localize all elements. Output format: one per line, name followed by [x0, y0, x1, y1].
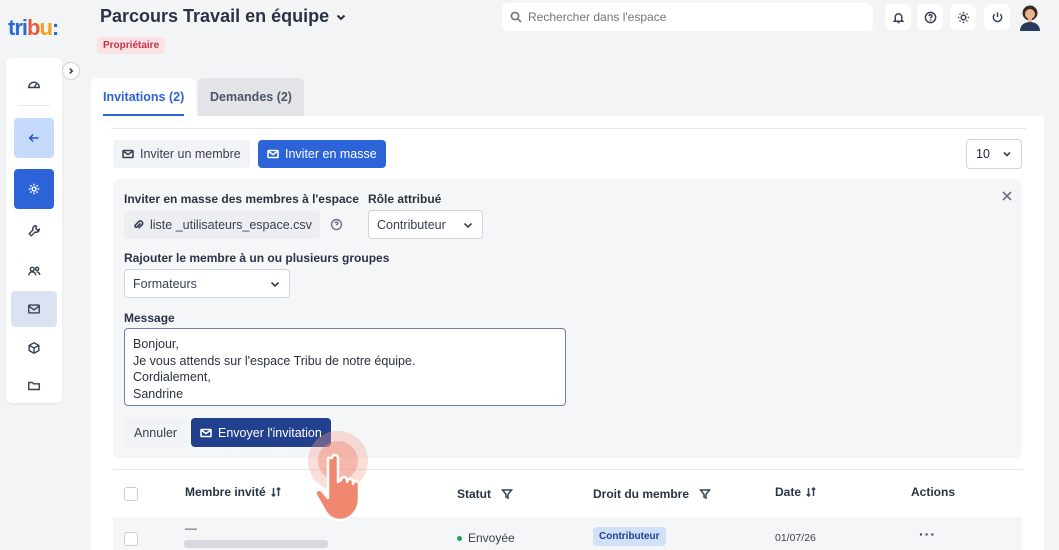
- status-cell: Envoyée: [457, 531, 515, 545]
- column-member[interactable]: Membre invité: [185, 485, 282, 499]
- owner-badge: Propriétaire: [97, 37, 166, 54]
- chevron-down-icon: [270, 281, 280, 287]
- hand-pointer-icon: [305, 428, 393, 528]
- chevron-down-icon: [336, 14, 346, 20]
- close-icon[interactable]: [1001, 189, 1013, 201]
- chevron-down-icon: [463, 222, 473, 228]
- page-title-text: Parcours Travail en équipe: [100, 6, 330, 26]
- status-text: Envoyée: [468, 531, 515, 545]
- member-name: —: [185, 521, 197, 535]
- member-email-redacted: [184, 540, 328, 548]
- file-chip[interactable]: liste _utilisateurs_espace.csv: [124, 211, 320, 239]
- table-header: Membre invité Statut Droit du membre Dat…: [113, 469, 1022, 517]
- group-select[interactable]: Formateurs: [124, 269, 290, 298]
- role-badge: Contributeur: [593, 527, 666, 546]
- file-name: liste _utilisateurs_espace.csv: [150, 218, 312, 232]
- message-textarea[interactable]: Bonjour, Je vous attends sur l'espace Tr…: [124, 328, 566, 406]
- column-status-label: Statut: [457, 487, 491, 501]
- help-circle-icon[interactable]: [330, 218, 343, 231]
- date-cell: 01/07/26: [775, 532, 816, 544]
- dashboard-icon[interactable]: [14, 64, 54, 104]
- message-label: Message: [124, 311, 175, 325]
- sort-icon: [270, 486, 281, 498]
- avatar[interactable]: [1017, 3, 1043, 31]
- role-select[interactable]: Contributeur: [368, 210, 483, 239]
- paperclip-icon: [134, 220, 144, 229]
- mail-icon: [200, 428, 212, 437]
- wrench-icon[interactable]: [14, 211, 54, 251]
- invite-member-label: Inviter un membre: [140, 147, 241, 161]
- search-icon: [510, 11, 522, 23]
- divider: [111, 128, 1026, 129]
- message-line: Je vous attends sur l'espace Tribu de no…: [133, 353, 416, 368]
- group-value: Formateurs: [133, 276, 197, 291]
- message-line: Bonjour,: [133, 337, 179, 351]
- page-title[interactable]: Parcours Travail en équipe: [100, 6, 347, 27]
- mail-icon: [267, 149, 279, 159]
- table-row[interactable]: — Envoyée Contributeur 01/07/26 ···: [113, 517, 1022, 550]
- sidebar-nav: [6, 58, 62, 403]
- sidebar: tribu:: [0, 0, 80, 550]
- invite-bulk-label: Inviter en masse: [285, 147, 377, 161]
- column-status[interactable]: Statut: [457, 487, 513, 501]
- column-role-label: Droit du membre: [593, 487, 690, 501]
- role-label: Rôle attribué: [368, 192, 442, 206]
- users-icon[interactable]: [14, 251, 54, 291]
- row-checkbox[interactable]: [124, 532, 138, 546]
- search-input[interactable]: [528, 10, 848, 24]
- mail-icon[interactable]: [11, 291, 57, 327]
- file-label: Inviter en masse des membres à l'espace: [124, 192, 359, 206]
- filter-icon: [501, 489, 513, 500]
- column-date[interactable]: Date: [775, 485, 817, 499]
- column-role[interactable]: Droit du membre: [593, 487, 712, 501]
- bulk-invite-form: Inviter en masse des membres à l'espace …: [113, 179, 1022, 458]
- page-size-select[interactable]: 10: [966, 139, 1022, 169]
- search-bar[interactable]: [502, 3, 873, 31]
- message-line: Cordialement,: [133, 370, 211, 384]
- invite-member-button[interactable]: Inviter un membre: [113, 140, 250, 168]
- tribu-logo[interactable]: tribu:: [8, 15, 59, 41]
- sun-icon[interactable]: [950, 4, 976, 30]
- mail-icon: [122, 149, 134, 159]
- role-value: Contributeur: [377, 217, 446, 232]
- tab-invitations[interactable]: Invitations (2): [91, 78, 197, 116]
- filter-icon: [699, 489, 712, 500]
- power-icon[interactable]: [984, 4, 1010, 30]
- sidebar-divider: [18, 105, 50, 106]
- cancel-button[interactable]: Annuler: [124, 418, 188, 447]
- tab-demandes[interactable]: Demandes (2): [198, 78, 304, 116]
- column-member-label: Membre invité: [185, 485, 266, 499]
- invitations-panel: Inviter un membre Inviter en masse 10 In…: [91, 116, 1044, 550]
- bell-icon[interactable]: [885, 4, 911, 30]
- select-all-checkbox[interactable]: [124, 487, 138, 501]
- cube-icon[interactable]: [14, 328, 54, 368]
- status-dot: [457, 535, 462, 541]
- sidebar-toggle-chevron-icon[interactable]: [62, 62, 80, 80]
- chevron-down-icon: [1003, 151, 1011, 157]
- page-size-value: 10: [976, 147, 990, 161]
- column-date-label: Date: [775, 485, 802, 499]
- message-line: Sandrine: [133, 386, 184, 401]
- sort-icon: [806, 486, 816, 498]
- more-actions-icon[interactable]: ···: [919, 526, 936, 542]
- column-actions: Actions: [911, 485, 956, 499]
- gear-icon[interactable]: [14, 169, 54, 209]
- group-label: Rajouter le membre à un ou plusieurs gro…: [124, 251, 390, 265]
- folder-icon[interactable]: [14, 366, 54, 406]
- help-icon[interactable]: [917, 4, 943, 30]
- back-arrow-icon[interactable]: [14, 118, 54, 158]
- invite-bulk-button[interactable]: Inviter en masse: [258, 140, 386, 168]
